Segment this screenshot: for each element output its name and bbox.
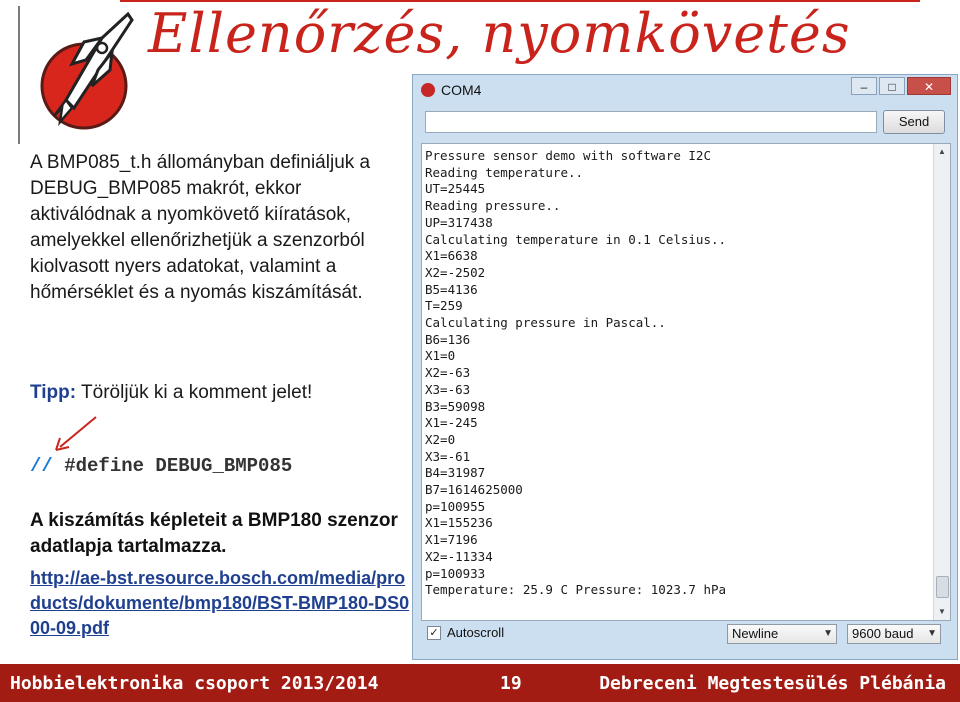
datasheet-link[interactable]: http://ae-bst.resource.bosch.com/media/p…: [30, 566, 410, 641]
close-button[interactable]: ✕: [907, 77, 951, 95]
serial-output-text: Pressure sensor demo with software I2C R…: [425, 148, 727, 598]
window-title: COM4: [441, 82, 482, 98]
baud-rate-value: 9600 baud: [852, 626, 914, 641]
arduino-app-icon: [421, 83, 435, 97]
serial-monitor-window: COM4 – □ ✕ Send Pressure sensor demo wit…: [412, 74, 958, 660]
footer-left: Hobbielektronika csoport 2013/2014: [10, 673, 379, 694]
autoscroll-label: Autoscroll: [447, 625, 505, 640]
define-text: #define DEBUG_BMP085: [52, 455, 293, 477]
line-ending-value: Newline: [732, 626, 779, 641]
rocket-logo-icon: [40, 11, 134, 130]
tip-label: Tipp:: [30, 382, 77, 403]
tip-text: Töröljük ki a komment jelet!: [76, 382, 313, 403]
comment-mark: //: [30, 455, 53, 477]
send-button[interactable]: Send: [883, 110, 945, 134]
title-left-rule: [18, 6, 20, 144]
chevron-down-icon: ▼: [823, 628, 833, 639]
footer-right: Debreceni Megtestesülés Plébánia: [599, 673, 946, 694]
serial-send-input[interactable]: [425, 111, 877, 133]
scroll-up-icon[interactable]: ▲: [934, 144, 950, 160]
tip-line: Tipp: Töröljük ki a komment jelet!: [30, 382, 312, 404]
formula-note: A kiszámítás képleteit a BMP180 szenzor …: [30, 510, 398, 557]
footer-bar: Hobbielektronika csoport 2013/2014 19 De…: [0, 664, 960, 702]
vertical-scrollbar[interactable]: ▲ ▼: [933, 144, 950, 620]
scrollbar-thumb[interactable]: [936, 576, 949, 598]
autoscroll-toggle[interactable]: ✓ Autoscroll: [427, 625, 504, 640]
serial-output-area[interactable]: Pressure sensor demo with software I2C R…: [421, 143, 951, 621]
line-ending-select[interactable]: Newline ▼: [727, 624, 837, 644]
minimize-button[interactable]: –: [851, 77, 877, 95]
scroll-down-icon[interactable]: ▼: [934, 604, 950, 620]
window-controls: – □ ✕: [851, 77, 951, 95]
define-code-line: // #define DEBUG_BMP085: [30, 455, 292, 477]
intro-paragraph: A BMP085_t.h állományban definiáljuk a D…: [30, 152, 371, 303]
page-number: 19: [500, 673, 522, 694]
chevron-down-icon: ▼: [927, 628, 937, 639]
maximize-button[interactable]: □: [879, 77, 905, 95]
window-titlebar: COM4: [421, 79, 481, 101]
autoscroll-checkbox[interactable]: ✓: [427, 625, 441, 640]
arrow-icon: [55, 416, 97, 451]
slide-title: Ellenőrzés, nyomkövetés: [148, 2, 851, 65]
baud-rate-select[interactable]: 9600 baud ▼: [847, 624, 941, 644]
